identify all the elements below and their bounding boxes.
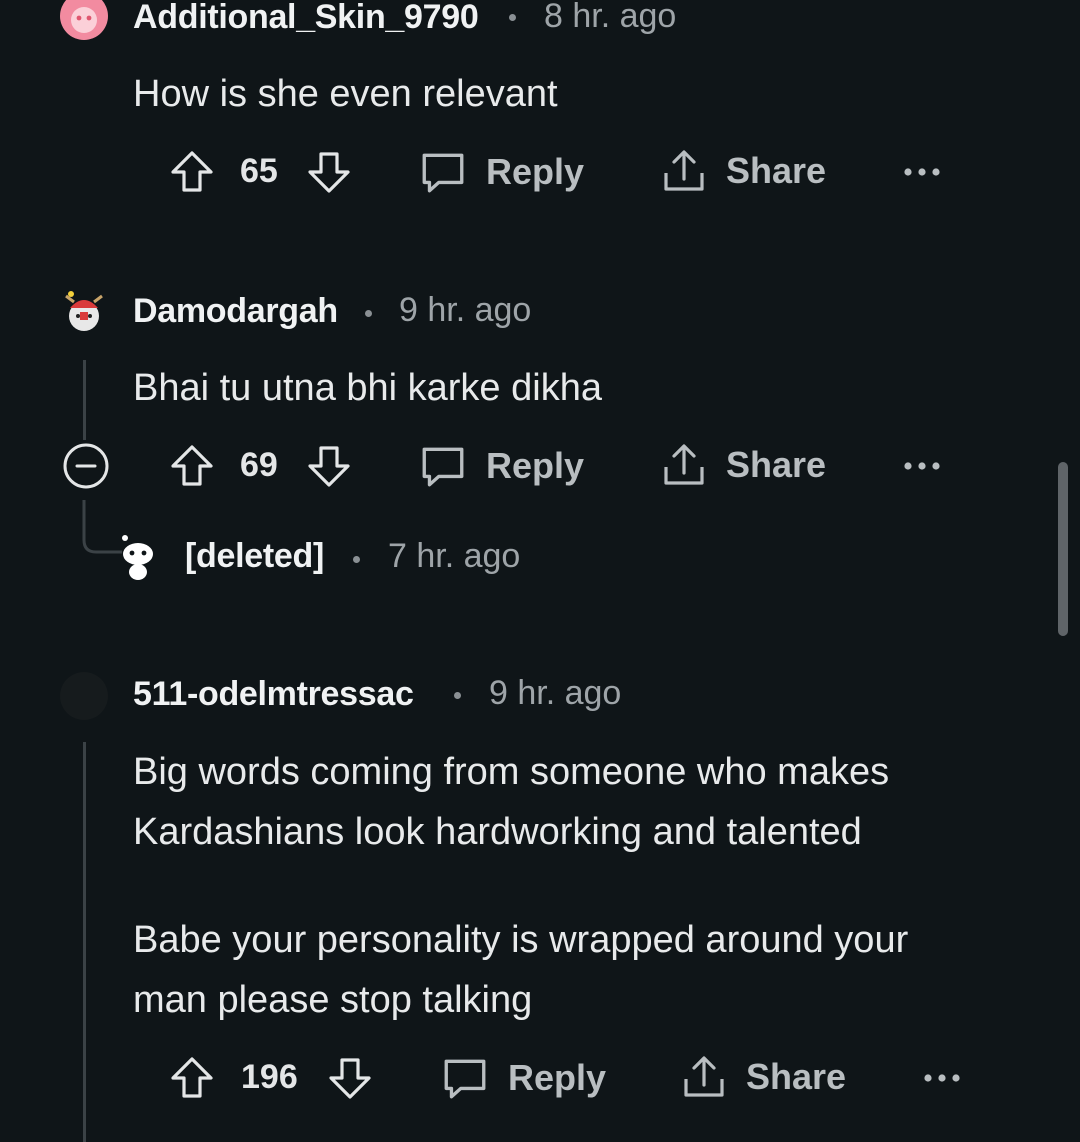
separator-dot bbox=[353, 556, 360, 563]
downvote-icon bbox=[326, 1054, 374, 1102]
separator-dot bbox=[454, 692, 461, 699]
reply-button[interactable]: Reply bbox=[418, 441, 584, 491]
comment-body-line: Kardashians look hardworking and talente… bbox=[133, 811, 862, 853]
share-icon bbox=[680, 1053, 728, 1101]
comment-1: Additional_Skin_9790 8 hr. ago How is sh… bbox=[0, 0, 1080, 240]
deleted-snoo-avatar-icon[interactable] bbox=[118, 532, 158, 584]
upvote-icon bbox=[168, 148, 216, 196]
comment-time: 8 hr. ago bbox=[544, 0, 677, 35]
pink-snoo-avatar-icon[interactable] bbox=[60, 0, 108, 40]
dark-avatar-icon[interactable] bbox=[60, 672, 108, 720]
comment-4: 511-odelmtressac 9 hr. ago Big words com… bbox=[0, 660, 1080, 1142]
share-icon bbox=[660, 441, 708, 489]
downvote-button[interactable] bbox=[305, 442, 353, 490]
upvote-icon bbox=[168, 442, 216, 490]
downvote-icon bbox=[305, 148, 353, 196]
upvote-button[interactable] bbox=[168, 1054, 216, 1102]
more-options-button[interactable] bbox=[902, 460, 942, 472]
comment-body-line: Babe your personality is wrapped around … bbox=[133, 919, 909, 961]
thread-line bbox=[83, 360, 86, 440]
share-label: Share bbox=[746, 1056, 847, 1097]
comment-body: Bhai tu utna bhi karke dikha bbox=[133, 367, 602, 409]
comment-actions: 69 Reply Share bbox=[0, 436, 1080, 496]
vote-count: 69 bbox=[240, 446, 278, 484]
separator-dot bbox=[509, 14, 516, 21]
more-options-icon bbox=[902, 166, 942, 178]
share-button[interactable]: Share bbox=[680, 1053, 846, 1101]
comment-actions: 65 Reply Share bbox=[0, 142, 1080, 202]
comment-time: 7 hr. ago bbox=[388, 537, 521, 575]
reply-button[interactable]: Reply bbox=[418, 147, 584, 197]
comment-time: 9 hr. ago bbox=[399, 291, 532, 329]
downvote-icon bbox=[305, 442, 353, 490]
comment-author[interactable]: 511-odelmtressac bbox=[133, 675, 414, 714]
share-label: Share bbox=[726, 444, 827, 485]
share-button[interactable]: Share bbox=[660, 147, 826, 195]
comment-author[interactable]: Damodargah bbox=[133, 292, 338, 331]
comment-author[interactable]: [deleted] bbox=[185, 537, 324, 576]
share-label: Share bbox=[726, 150, 827, 191]
upvote-button[interactable] bbox=[168, 148, 216, 196]
comment-actions: 196 Reply Share bbox=[0, 1048, 1080, 1108]
comment-3-deleted: [deleted] 7 hr. ago bbox=[0, 500, 1080, 610]
comment-body-line: Big words coming from someone who makes bbox=[133, 751, 890, 793]
collapse-button[interactable] bbox=[62, 442, 110, 490]
vote-count: 65 bbox=[240, 152, 278, 190]
more-options-button[interactable] bbox=[902, 166, 942, 178]
comment-body: How is she even relevant bbox=[133, 73, 558, 115]
separator-dot bbox=[365, 310, 372, 317]
more-options-button[interactable] bbox=[922, 1072, 962, 1084]
collapse-minus-icon bbox=[63, 443, 109, 489]
reply-label: Reply bbox=[486, 445, 585, 486]
reply-connector-line bbox=[82, 500, 122, 554]
share-button[interactable]: Share bbox=[660, 441, 826, 489]
reply-icon bbox=[418, 147, 468, 197]
comment-body-line: man please stop talking bbox=[133, 979, 533, 1021]
downvote-button[interactable] bbox=[305, 148, 353, 196]
comment-time: 9 hr. ago bbox=[489, 674, 622, 712]
comment-author[interactable]: Additional_Skin_9790 bbox=[133, 0, 479, 37]
reply-icon bbox=[418, 441, 468, 491]
reply-icon bbox=[440, 1053, 490, 1103]
upvote-button[interactable] bbox=[168, 442, 216, 490]
vote-count: 196 bbox=[241, 1058, 298, 1096]
downvote-button[interactable] bbox=[326, 1054, 374, 1102]
reply-label: Reply bbox=[486, 151, 585, 192]
moose-hat-snoo-avatar-icon[interactable] bbox=[60, 286, 108, 334]
upvote-icon bbox=[168, 1054, 216, 1102]
reply-button[interactable]: Reply bbox=[440, 1053, 606, 1103]
share-icon bbox=[660, 147, 708, 195]
scrollbar-thumb[interactable] bbox=[1058, 462, 1068, 636]
more-options-icon bbox=[902, 460, 942, 472]
reply-label: Reply bbox=[508, 1057, 607, 1098]
more-options-icon bbox=[922, 1072, 962, 1084]
